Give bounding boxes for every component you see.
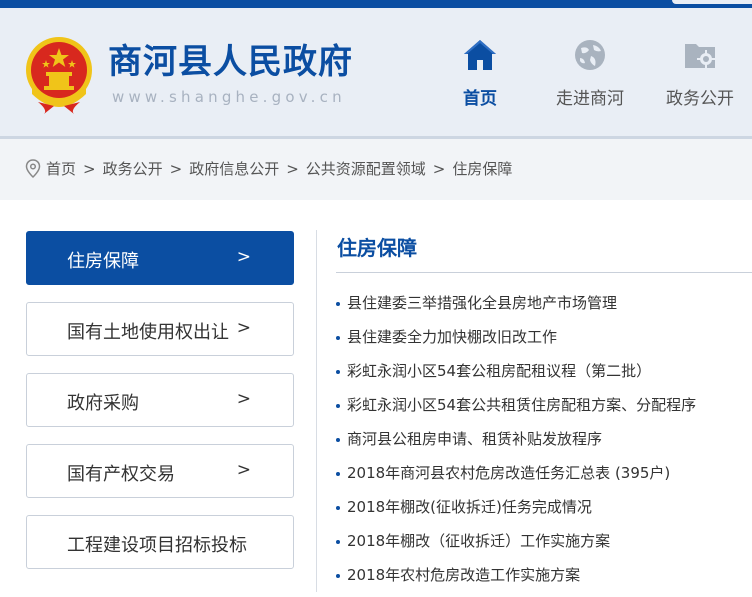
sidebar-item-procurement[interactable]: 政府采购 >	[26, 373, 294, 427]
chevron-right-icon: >	[236, 460, 251, 480]
breadcrumb-housing[interactable]: 住房保障	[452, 158, 512, 179]
content-divider	[316, 230, 317, 592]
list-item[interactable]: 2018年商河县农村危房改造任务汇总表 (395户)	[336, 461, 696, 495]
breadcrumb-gov-info[interactable]: 政府信息公开	[189, 158, 279, 179]
sidebar-item-property-trade[interactable]: 国有产权交易 >	[26, 444, 294, 498]
location-pin-icon	[25, 158, 41, 178]
nav-gov-affairs-label: 政务公开	[666, 89, 734, 109]
article-link[interactable]: 彩虹永润小区54套公租房配租议程（第二批）	[347, 362, 651, 380]
article-link[interactable]: 县住建委全力加快棚改旧改工作	[347, 328, 557, 346]
bullet-icon	[336, 301, 340, 306]
sidebar-item-label: 政府采购	[67, 393, 139, 414]
article-link[interactable]: 商河县公租房申请、租赁补贴发放程序	[347, 430, 602, 448]
nav-about[interactable]: 走进商河	[540, 36, 640, 109]
top-accent-bar	[0, 0, 752, 8]
national-emblem-icon[interactable]	[24, 36, 94, 114]
nav-gov-affairs[interactable]: 政务公开	[650, 36, 750, 109]
bullet-icon	[336, 573, 340, 578]
list-item[interactable]: 2018年棚改(征收拆迁)任务完成情况	[336, 495, 696, 529]
sidebar-item-land-use[interactable]: 国有土地使用权出让 >	[26, 302, 294, 356]
chevron-right-icon: >	[236, 318, 251, 338]
title-divider	[336, 272, 752, 273]
article-link[interactable]: 彩虹永润小区54套公共租赁住房配租方案、分配程序	[347, 396, 696, 414]
article-link[interactable]: 2018年棚改（征收拆迁）工作实施方案	[347, 532, 610, 550]
nav-about-label: 走进商河	[556, 89, 624, 109]
nav-home-label: 首页	[463, 89, 497, 109]
bullet-icon	[336, 335, 340, 340]
breadcrumb-separator: >	[286, 159, 299, 178]
breadcrumb-home[interactable]: 首页	[46, 158, 76, 179]
chevron-right-icon: >	[236, 247, 251, 267]
article-link[interactable]: 2018年棚改(征收拆迁)任务完成情况	[347, 498, 592, 516]
folder-gear-icon	[685, 44, 715, 68]
site-header: 商河县人民政府 www.shanghe.gov.cn 首页 走进商河 政务公开	[0, 8, 752, 139]
list-item[interactable]: 2018年棚改（征收拆迁）工作实施方案	[336, 529, 696, 563]
sidebar-item-housing[interactable]: 住房保障 >	[26, 231, 294, 285]
bullet-icon	[336, 471, 340, 476]
bullet-icon	[336, 539, 340, 544]
breadcrumb-gov-affairs[interactable]: 政务公开	[103, 158, 163, 179]
breadcrumb-separator: >	[432, 159, 446, 178]
list-item[interactable]: 商河县公租房申请、租赁补贴发放程序	[336, 427, 696, 461]
home-icon	[464, 40, 496, 70]
sidebar-item-label: 工程建设项目招标投标	[67, 535, 247, 556]
breadcrumb: 首页 > 政务公开 > 政府信息公开 > 公共资源配置领域 > 住房保障	[24, 158, 512, 179]
bullet-icon	[336, 369, 340, 374]
list-item[interactable]: 县住建委三举措强化全县房地产市场管理	[336, 291, 696, 325]
article-link[interactable]: 2018年农村危房改造工作实施方案	[347, 566, 580, 584]
content-title: 住房保障	[337, 236, 417, 260]
site-url: www.shanghe.gov.cn	[112, 88, 346, 106]
globe-icon	[575, 40, 605, 70]
chevron-right-icon: >	[236, 389, 251, 409]
sidebar-item-label: 国有土地使用权出让	[67, 322, 229, 343]
breadcrumb-separator: >	[169, 159, 183, 178]
breadcrumb-separator: >	[83, 159, 96, 178]
list-item[interactable]: 彩虹永润小区54套公共租赁住房配租方案、分配程序	[336, 393, 696, 427]
list-item[interactable]: 彩虹永润小区54套公租房配租议程（第二批）	[336, 359, 696, 393]
site-title[interactable]: 商河县人民政府	[108, 42, 353, 82]
top-tab	[672, 0, 752, 4]
breadcrumb-public-resources[interactable]: 公共资源配置领域	[306, 158, 426, 179]
sidebar-item-label: 国有产权交易	[67, 464, 175, 485]
sidebar-item-label: 住房保障	[67, 251, 139, 272]
bullet-icon	[336, 505, 340, 510]
bullet-icon	[336, 437, 340, 442]
sidebar-item-bidding[interactable]: 工程建设项目招标投标	[26, 515, 294, 569]
bullet-icon	[336, 403, 340, 408]
list-item[interactable]: 县住建委全力加快棚改旧改工作	[336, 325, 696, 359]
article-link[interactable]: 2018年商河县农村危房改造任务汇总表 (395户)	[347, 464, 670, 482]
article-list: 县住建委三举措强化全县房地产市场管理 县住建委全力加快棚改旧改工作 彩虹永润小区…	[336, 291, 696, 597]
nav-home[interactable]: 首页	[430, 36, 530, 109]
article-link[interactable]: 县住建委三举措强化全县房地产市场管理	[347, 294, 617, 312]
